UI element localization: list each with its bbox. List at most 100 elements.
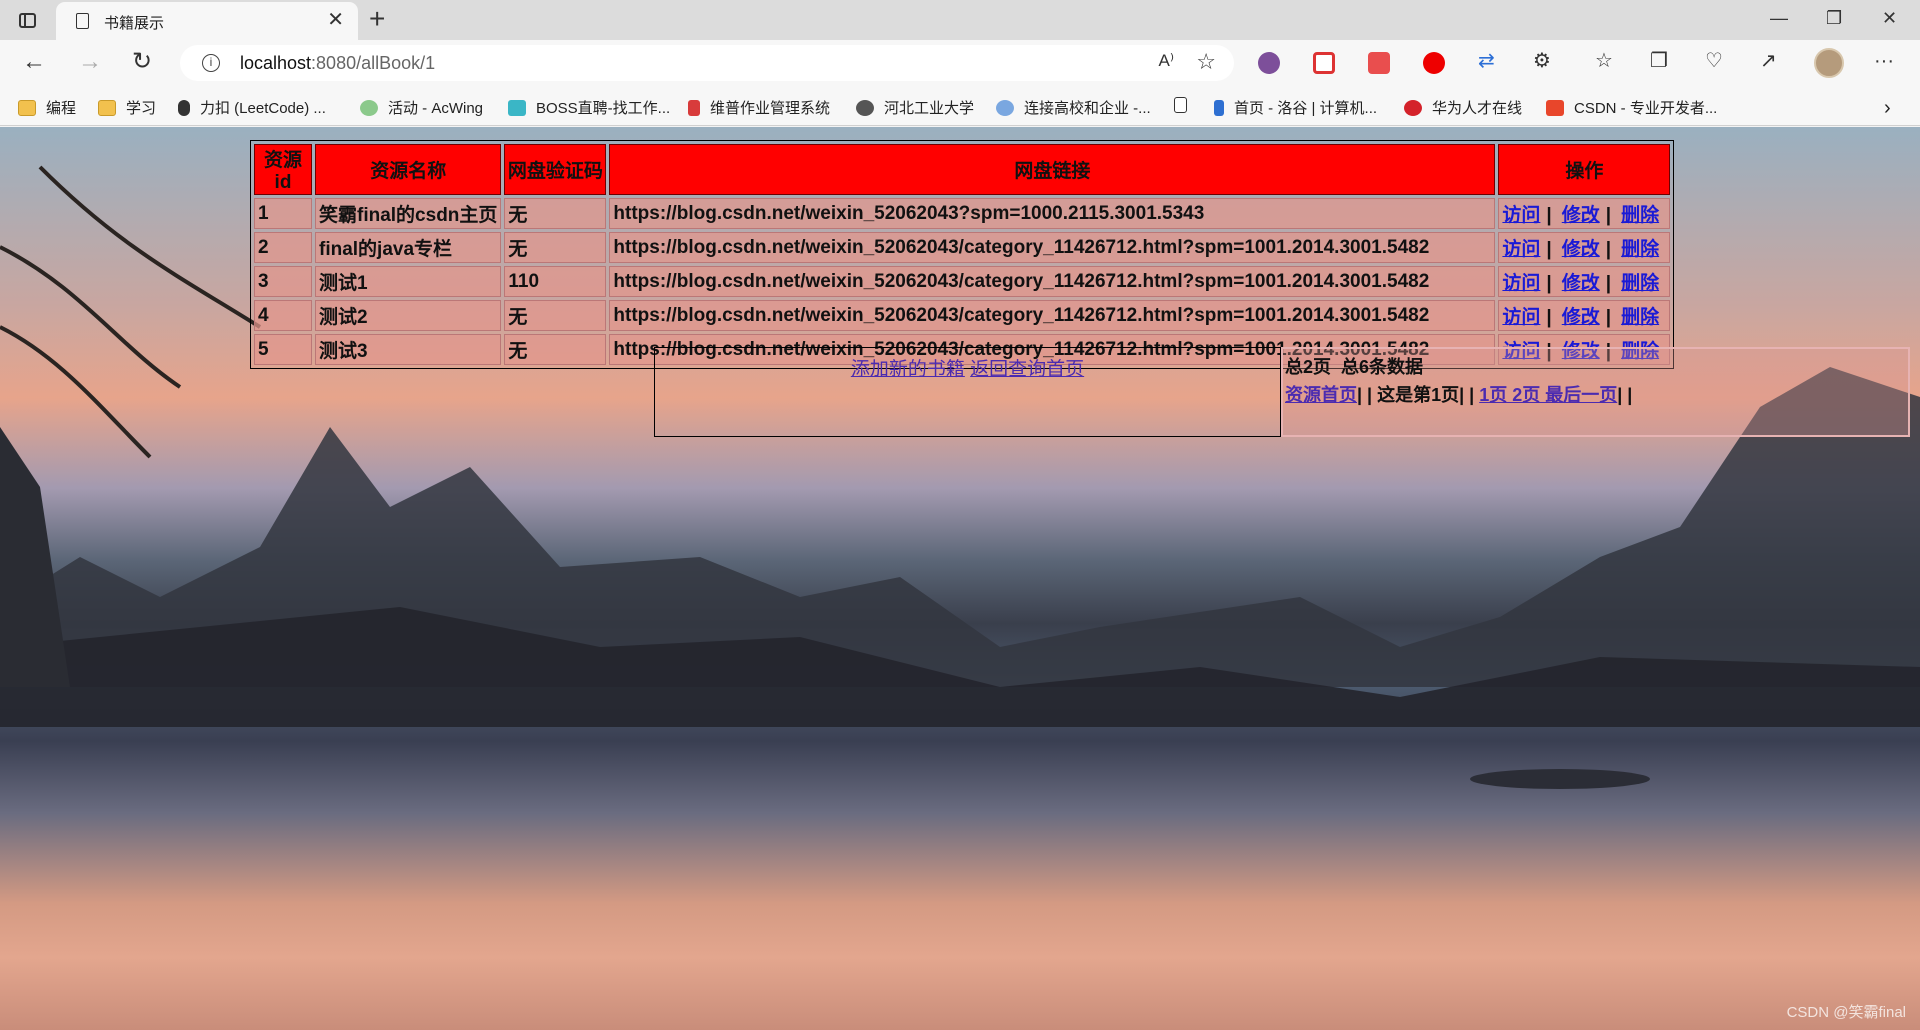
- address-bar[interactable]: i localhost:8080/allBook/1 A⁾ ☆: [180, 45, 1234, 81]
- visit-link[interactable]: 访问: [1502, 307, 1540, 328]
- visit-link[interactable]: 访问: [1502, 239, 1540, 260]
- cell-link: https://blog.csdn.net/weixin_52062043?sp…: [609, 198, 1496, 229]
- forward-button[interactable]: →: [78, 48, 102, 76]
- cell-actions: 访问 | 修改 | 删除: [1498, 300, 1671, 331]
- add-favorite-icon[interactable]: ☆: [1196, 49, 1216, 75]
- address-toolbar: ← → ↻ i localhost:8080/allBook/1 A⁾ ☆ ⇄ …: [0, 40, 1920, 86]
- header-name: 资源名称: [315, 144, 502, 195]
- cell-link: https://blog.csdn.net/weixin_52062043/ca…: [609, 266, 1496, 297]
- edit-link[interactable]: 修改: [1562, 205, 1600, 226]
- folder-icon: [98, 99, 116, 116]
- tab-actions-icon: [18, 12, 36, 28]
- url-text[interactable]: localhost:8080/allBook/1: [240, 53, 435, 74]
- table-row: 3 测试1 110 https://blog.csdn.net/weixin_5206…: [254, 266, 1671, 297]
- delete-link[interactable]: 删除: [1621, 273, 1659, 294]
- edit-link[interactable]: 修改: [1562, 239, 1600, 260]
- share-icon[interactable]: ↗: [1760, 50, 1777, 72]
- minimize-button[interactable]: —: [1770, 8, 1788, 29]
- current-page-text: | | 这是第1页| |: [1357, 385, 1475, 405]
- table-row: 2 final的java专栏无 https://blog.csdn.net/weix…: [254, 232, 1671, 263]
- close-window-button[interactable]: ✕: [1882, 8, 1897, 29]
- edit-link[interactable]: 修改: [1562, 273, 1600, 294]
- bookmark-item[interactable]: 力扣 (LeetCode) ...: [178, 97, 326, 118]
- bookmark-item[interactable]: 学习: [98, 97, 156, 118]
- bookmark-item[interactable]: CSDN - 专业开发者...: [1546, 97, 1717, 118]
- cell-actions: 访问 | 修改 | 删除: [1498, 232, 1671, 263]
- read-aloud-icon[interactable]: A⁾: [1158, 51, 1174, 71]
- bookmarks-overflow-icon[interactable]: ›: [1884, 97, 1891, 120]
- cell-name: 笑霸final的csdn主页: [315, 198, 502, 229]
- weipu-icon: [688, 99, 700, 116]
- collections-icon[interactable]: ❐: [1650, 50, 1668, 72]
- visit-link[interactable]: 访问: [1502, 205, 1540, 226]
- acwing-icon: [360, 99, 378, 116]
- bookmark-item[interactable]: 河北工业大学: [856, 97, 974, 118]
- cell-name: 测试2: [315, 300, 502, 331]
- luogu-icon: [1214, 99, 1224, 116]
- bookmark-item[interactable]: 活动 - AcWing: [360, 97, 483, 118]
- pagination-summary: 总2页 总6条数据: [1285, 357, 1424, 377]
- pagination-box: 总2页 总6条数据 资源首页| | 这是第1页| | 1页 2页 最后一页| |: [1281, 347, 1910, 437]
- active-tab[interactable]: 书籍展示 ✕: [56, 2, 358, 40]
- pagination-tail: | |: [1617, 385, 1633, 405]
- profile-avatar[interactable]: [1814, 48, 1844, 78]
- opera-icon[interactable]: [1423, 52, 1445, 74]
- bookmark-item[interactable]: BOSS直聘-找工作...: [508, 97, 670, 118]
- visit-link[interactable]: 访问: [1502, 273, 1540, 294]
- delete-link[interactable]: 删除: [1621, 205, 1659, 226]
- action-separator: |: [1605, 273, 1612, 294]
- bookmark-item[interactable]: 连接高校和企业 -...: [996, 97, 1151, 118]
- action-separator: |: [1605, 205, 1612, 226]
- extensions-icon[interactable]: ⚙: [1533, 50, 1551, 72]
- cell-id: 4: [254, 300, 312, 331]
- new-tab-button[interactable]: +: [369, 5, 385, 33]
- close-tab-icon[interactable]: ✕: [327, 10, 344, 30]
- info-icon[interactable]: i: [202, 54, 220, 72]
- delete-link[interactable]: 删除: [1621, 307, 1659, 328]
- bookmark-item[interactable]: 华为人才在线: [1404, 97, 1522, 118]
- cell-code: 无: [504, 198, 607, 229]
- extension-red-icon[interactable]: [1368, 52, 1390, 74]
- table-row: 4 测试2 无 https://blog.csdn.net/weixin_520620…: [254, 300, 1671, 331]
- sync-icon[interactable]: ⇄: [1478, 50, 1495, 72]
- tab-actions-button[interactable]: [14, 8, 40, 32]
- action-separator: |: [1546, 307, 1552, 328]
- restore-button[interactable]: ❐: [1826, 8, 1842, 29]
- csdn-watermark: CSDN @笑霸final: [1786, 1004, 1906, 1021]
- extension-purple-icon[interactable]: [1258, 52, 1280, 74]
- tab-title: 书籍展示: [104, 15, 165, 32]
- browser-essentials-icon[interactable]: ♡: [1705, 50, 1723, 72]
- edit-link[interactable]: 修改: [1562, 307, 1600, 328]
- qr-code-icon[interactable]: [1313, 52, 1335, 74]
- action-separator: |: [1605, 239, 1612, 260]
- page-viewport: 资源id 资源名称 网盘验证码 网盘链接 操作 1 笑霸final的csdn主页无…: [0, 127, 1920, 1030]
- bookmark-item[interactable]: [1174, 97, 1197, 113]
- header-code: 网盘验证码: [504, 144, 607, 195]
- page-links[interactable]: 1页 2页 最后一页: [1479, 385, 1617, 405]
- cell-name: final的java专栏: [315, 232, 502, 263]
- more-menu-icon[interactable]: ···: [1874, 50, 1894, 72]
- link-icon: [996, 99, 1014, 116]
- delete-link[interactable]: 删除: [1621, 239, 1659, 260]
- first-page-link[interactable]: 资源首页: [1285, 385, 1357, 405]
- cell-link: https://blog.csdn.net/weixin_52062043/ca…: [609, 232, 1496, 263]
- page-icon: [1174, 97, 1187, 113]
- refresh-button[interactable]: ↻: [132, 48, 152, 76]
- back-query-link[interactable]: 返回查询首页: [970, 359, 1084, 380]
- links-box: 添加新的书籍 返回查询首页: [654, 347, 1281, 437]
- header-id: 资源id: [254, 144, 312, 195]
- cell-id: 1: [254, 198, 312, 229]
- back-button[interactable]: ←: [22, 48, 46, 76]
- huawei-icon: [1404, 99, 1422, 116]
- cell-actions: 访问 | 修改 | 删除: [1498, 198, 1671, 229]
- tab-bar: 书籍展示 ✕ + — ❐ ✕: [0, 0, 1920, 40]
- bookmark-item[interactable]: 首页 - 洛谷 | 计算机...: [1214, 97, 1377, 118]
- add-book-link[interactable]: 添加新的书籍: [851, 359, 965, 380]
- cell-name: 测试3: [315, 334, 502, 365]
- bookmark-item[interactable]: 编程: [18, 97, 76, 118]
- action-separator: |: [1546, 273, 1552, 294]
- leetcode-icon: [178, 99, 190, 116]
- cell-link: https://blog.csdn.net/weixin_52062043/ca…: [609, 300, 1496, 331]
- favorites-icon[interactable]: ☆: [1595, 50, 1613, 72]
- bookmark-item[interactable]: 维普作业管理系统: [688, 97, 830, 118]
